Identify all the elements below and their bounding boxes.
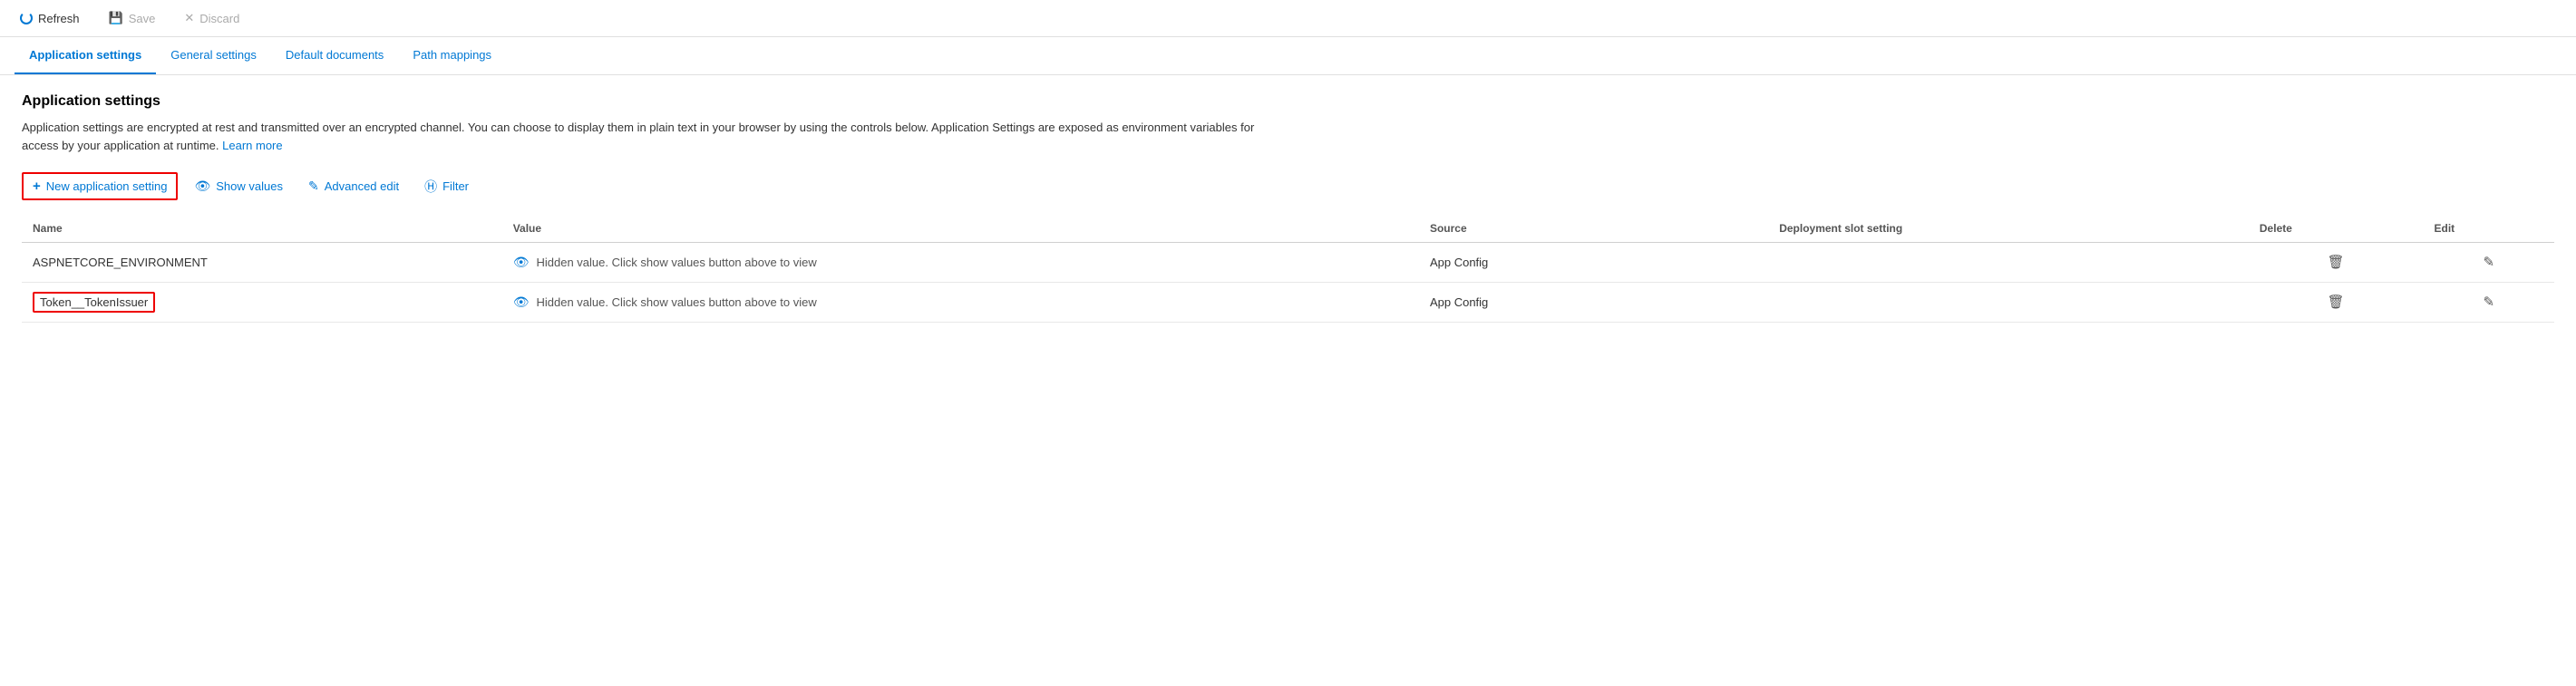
- edit-pencil-icon: ✎: [2483, 255, 2494, 270]
- table-header-row: Name Value Source Deployment slot settin…: [22, 215, 2554, 243]
- table-row: Token__TokenIssuer 👁 Hidden value. Click s…: [22, 283, 2554, 323]
- tab-general-settings[interactable]: General settings: [156, 37, 271, 74]
- tab-default-documents[interactable]: Default documents: [271, 37, 398, 74]
- hidden-eye-icon: 👁: [513, 295, 530, 310]
- save-button[interactable]: 💾 Save: [103, 7, 161, 29]
- save-icon: 💾: [109, 11, 123, 25]
- trash-icon: 🗑: [2328, 295, 2345, 310]
- refresh-icon: [20, 12, 33, 24]
- edit-button[interactable]: ✎: [2477, 292, 2500, 313]
- col-header-deployment: Deployment slot setting: [1768, 215, 2249, 243]
- refresh-label: Refresh: [38, 12, 80, 25]
- col-header-source: Source: [1419, 215, 1768, 243]
- application-settings-table: Name Value Source Deployment slot settin…: [22, 215, 2554, 323]
- filter-icon: Ⓗ: [424, 178, 437, 196]
- setting-source: App Config: [1419, 283, 1768, 323]
- eye-icon: 👁: [194, 179, 210, 194]
- delete-button[interactable]: 🗑: [2322, 292, 2350, 313]
- show-values-button[interactable]: 👁 Show values: [185, 174, 292, 198]
- new-application-setting-button[interactable]: + New application setting: [22, 172, 178, 200]
- setting-value: 👁 Hidden value. Click show values button …: [502, 283, 1419, 323]
- setting-name-highlighted: Token__TokenIssuer: [33, 292, 155, 313]
- save-label: Save: [129, 12, 156, 25]
- table-row: ASPNETCORE_ENVIRONMENT 👁 Hidden value. Cli…: [22, 243, 2554, 283]
- action-bar: + New application setting 👁 Show values …: [22, 172, 2554, 200]
- main-content: Application settings Application setting…: [0, 75, 2576, 341]
- tab-application-settings[interactable]: Application settings: [15, 37, 156, 74]
- page-title: Application settings: [22, 93, 2554, 110]
- discard-button[interactable]: ✕ Discard: [179, 7, 245, 29]
- advanced-edit-button[interactable]: ✎ Advanced edit: [299, 174, 408, 198]
- tab-path-mappings[interactable]: Path mappings: [398, 37, 506, 74]
- setting-name: ASPNETCORE_ENVIRONMENT: [22, 243, 502, 283]
- hidden-value-text: Hidden value. Click show values button a…: [536, 295, 816, 309]
- delete-button[interactable]: 🗑: [2322, 252, 2350, 273]
- setting-value: 👁 Hidden value. Click show values button …: [502, 243, 1419, 283]
- edit-pencil-icon: ✎: [2483, 295, 2494, 310]
- toolbar: Refresh 💾 Save ✕ Discard: [0, 0, 2576, 37]
- learn-more-link[interactable]: Learn more: [222, 139, 282, 152]
- setting-source: App Config: [1419, 243, 1768, 283]
- refresh-button[interactable]: Refresh: [15, 8, 85, 29]
- filter-button[interactable]: Ⓗ Filter: [415, 173, 478, 200]
- setting-deployment-slot: [1768, 283, 2249, 323]
- hidden-eye-icon: 👁: [513, 255, 530, 270]
- tabs-bar: Application settings General settings De…: [0, 37, 2576, 75]
- setting-deployment-slot: [1768, 243, 2249, 283]
- plus-icon: +: [33, 179, 41, 194]
- edit-button[interactable]: ✎: [2477, 252, 2500, 273]
- col-header-delete: Delete: [2249, 215, 2424, 243]
- col-header-edit: Edit: [2424, 215, 2555, 243]
- col-header-name: Name: [22, 215, 502, 243]
- hidden-value-text: Hidden value. Click show values button a…: [536, 256, 816, 269]
- discard-label: Discard: [199, 12, 239, 25]
- col-header-value: Value: [502, 215, 1419, 243]
- pencil-icon: ✎: [308, 179, 319, 194]
- trash-icon: 🗑: [2328, 255, 2345, 270]
- section-description: Application settings are encrypted at re…: [22, 119, 1291, 154]
- discard-icon: ✕: [184, 11, 194, 25]
